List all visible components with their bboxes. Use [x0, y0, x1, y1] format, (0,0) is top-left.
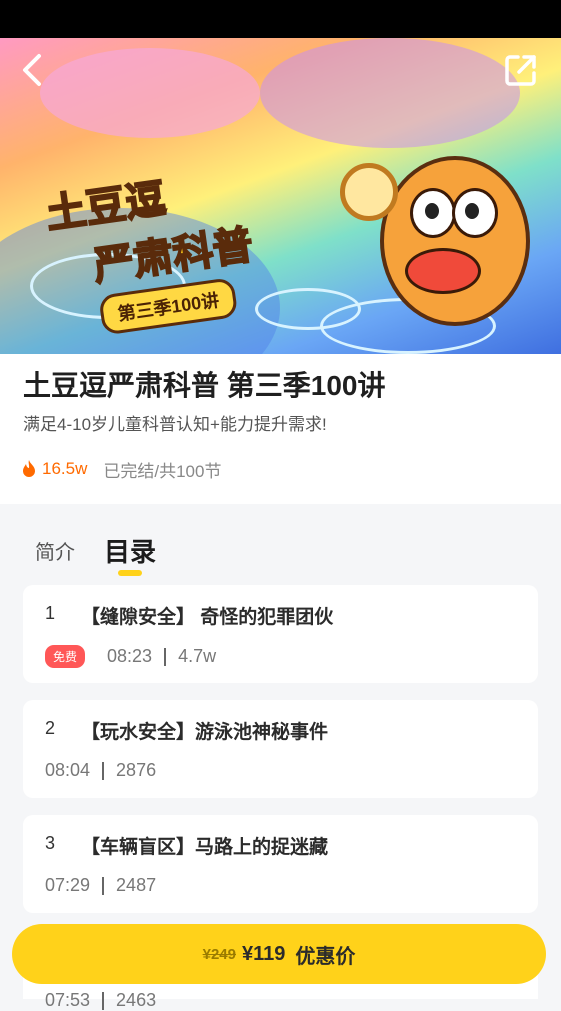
potato-mascot [380, 156, 530, 326]
purchase-button[interactable]: ¥249 ¥119 优惠价 [12, 924, 546, 984]
episode-item[interactable]: 1 【缝隙安全】 奇怪的犯罪团伙 免费 08:23 4.7w [23, 585, 538, 683]
status-bar [0, 0, 561, 38]
course-stats: 16.5w 已完结/共100节 [22, 456, 221, 482]
course-title: 土豆逗严肃科普 第三季100讲 [23, 370, 386, 401]
tab-catalog[interactable]: 目录 [104, 532, 156, 569]
share-button[interactable] [503, 52, 539, 88]
tab-bar [0, 504, 561, 580]
tab-intro[interactable]: 简介 [35, 536, 75, 565]
course-subtitle: 满足4-10岁儿童科普认知+能力提升需求! [23, 415, 327, 434]
episode-meta: 07:53 2463 [45, 990, 156, 1011]
episode-plays: 2876 [116, 760, 157, 780]
episode-number: 1 [45, 603, 56, 623]
episode-duration: 07:29 [45, 875, 91, 895]
episode-meta: 07:29 2487 [45, 875, 156, 896]
play-count: 16.5w [42, 459, 88, 478]
episode-meta: 08:04 2876 [45, 760, 156, 781]
episode-item[interactable]: 3 【车辆盲区】马路上的捉迷藏 07:29 2487 [23, 815, 538, 913]
meta-divider [102, 761, 105, 780]
discount-price: ¥119 [241, 942, 286, 965]
chevron-left-icon [23, 54, 41, 86]
episode-duration: 07:53 [45, 990, 91, 1010]
back-button[interactable] [14, 52, 50, 88]
episode-title: 【玩水安全】游泳池神秘事件 [81, 722, 329, 743]
episode-item[interactable]: 2 【玩水安全】游泳池神秘事件 08:04 2876 [23, 700, 538, 798]
purchase-label: 优惠价 [295, 945, 356, 968]
meta-divider [102, 991, 105, 1010]
episode-number: 2 [45, 718, 56, 738]
original-price: ¥249 [202, 945, 236, 963]
meta-divider [102, 876, 105, 895]
episode-plays: 2487 [116, 875, 157, 895]
episode-plays: 4.7w [178, 646, 217, 666]
completion-status: 已完结/共100节 [103, 461, 222, 481]
series-logo: 土豆逗 严肃科普 第三季100讲 [42, 155, 262, 341]
episode-duration: 08:23 [107, 646, 153, 666]
active-tab-indicator [118, 570, 142, 576]
episode-plays: 2463 [116, 990, 157, 1010]
course-cover-banner: 土豆逗 严肃科普 第三季100讲 [0, 38, 561, 354]
episode-number: 3 [45, 833, 56, 853]
free-badge: 免费 [45, 645, 86, 668]
episode-title: 【缝隙安全】 奇怪的犯罪团伙 [81, 607, 334, 628]
fire-icon [23, 460, 35, 477]
episode-duration: 08:04 [45, 760, 91, 780]
meta-divider [164, 647, 167, 666]
share-external-icon [505, 55, 536, 86]
episode-meta: 免费 08:23 4.7w [45, 645, 216, 668]
episode-title: 【车辆盲区】马路上的捉迷藏 [81, 837, 329, 858]
